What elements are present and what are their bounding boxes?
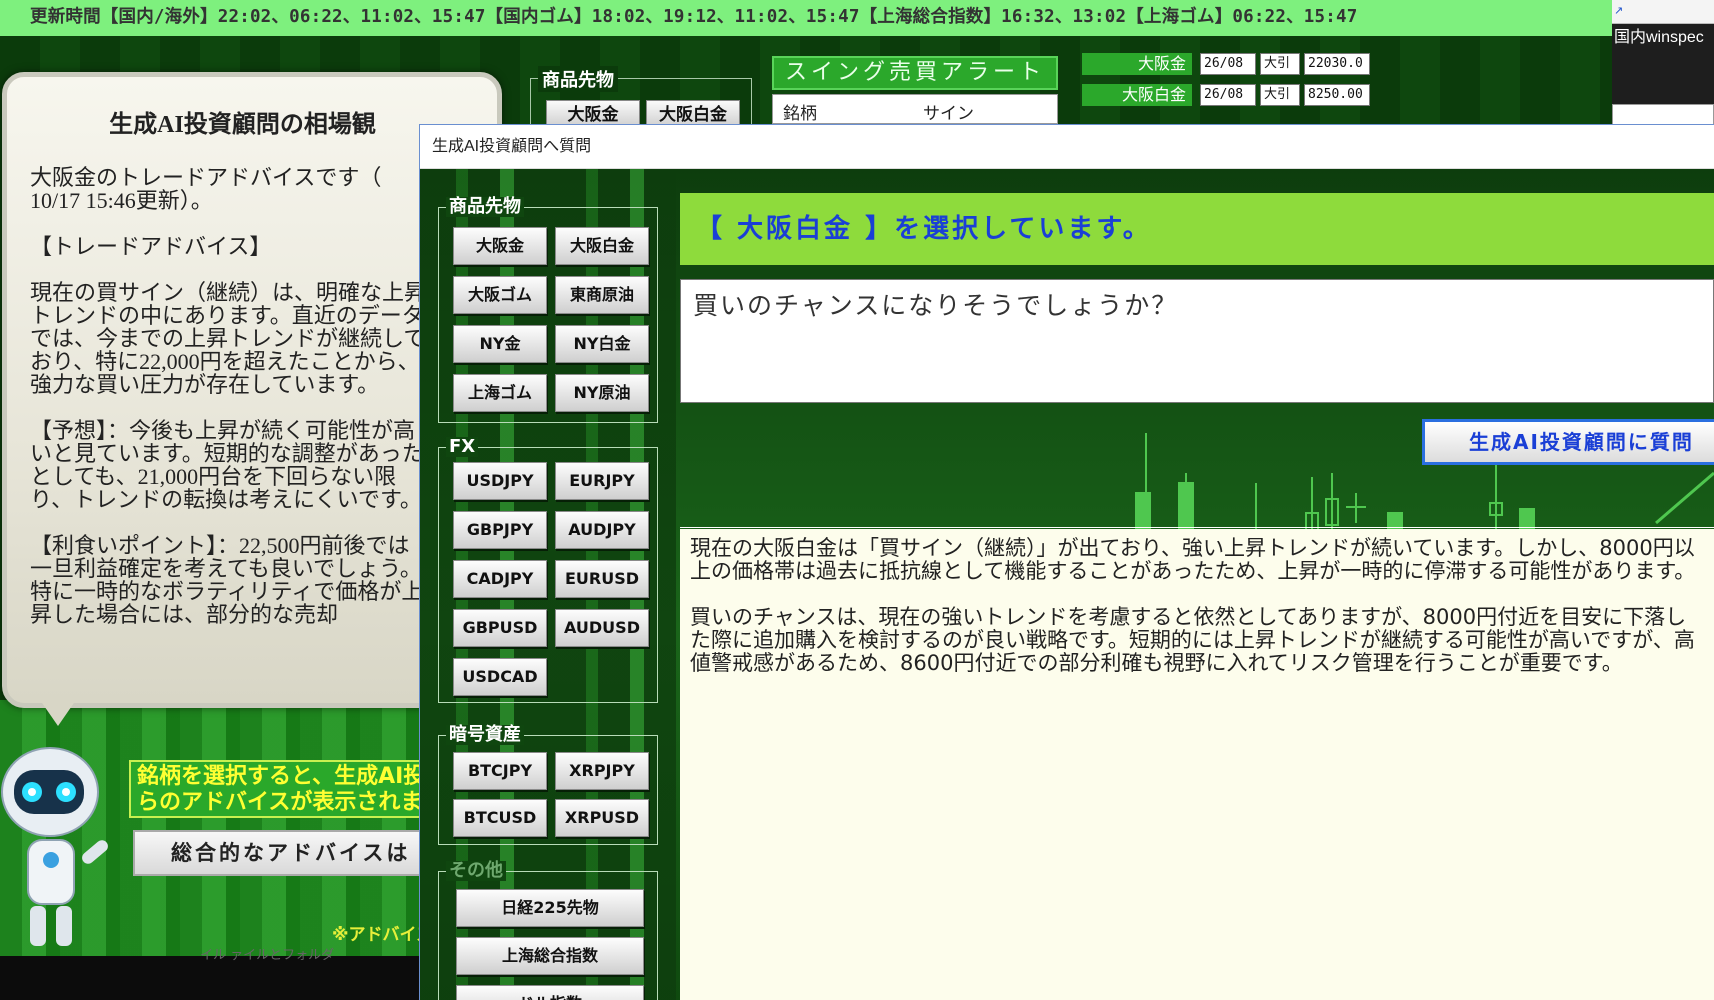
fx-group-label: FX xyxy=(446,437,479,457)
symbol-button-eurjpy[interactable]: EURJPY xyxy=(555,462,649,500)
alert-col-symbol: 銘柄 xyxy=(783,104,817,124)
advice-note: ※アドバイス xyxy=(332,925,434,945)
symbol-button-btcjpy[interactable]: BTCJPY xyxy=(453,752,547,790)
price-type: 大引 xyxy=(1260,53,1300,75)
symbol-button-gbpjpy[interactable]: GBPJPY xyxy=(453,511,547,549)
symbol-button-xrpusd[interactable]: XRPUSD xyxy=(555,799,649,837)
selected-symbol-text: 【 大阪白金 】を選択しています。 xyxy=(696,214,1152,244)
symbol-button-usdjpy[interactable]: USDJPY xyxy=(453,462,547,500)
robot-mascot-icon xyxy=(1,747,108,946)
answer-divider xyxy=(680,527,1714,528)
advice-title: 生成AI投資顧問の相場観 xyxy=(109,112,376,138)
hint-message: 銘柄を選択すると、生成AI投 らのアドバイスが表示されます。 xyxy=(129,760,429,818)
symbol-button-shanghai-composite[interactable]: 上海総合指数 xyxy=(456,937,644,975)
screen: 更新時間【国内/海外】22:02、06:22、11:02、15:47【国内ゴム】… xyxy=(0,0,1714,1000)
symbol-button-ny-crude[interactable]: NY原油 xyxy=(555,374,649,412)
question-input[interactable]: 買いのチャンスになりそうでしょうか？ xyxy=(680,279,1714,403)
swing-alert-title: スイング売買アラート xyxy=(772,56,1058,90)
update-time-ticker: 更新時間【国内/海外】22:02、06:22、11:02、15:47【国内ゴム】… xyxy=(0,0,1612,36)
symbol-button-tocom-crude[interactable]: 東商原油 xyxy=(555,276,649,314)
crypto-group-label: 暗号資産 xyxy=(446,725,524,745)
symbol-button-usdcad[interactable]: USDCAD xyxy=(453,658,547,696)
price-value: 8250.00 xyxy=(1304,84,1370,106)
symbol-button-audjpy[interactable]: AUDJPY xyxy=(555,511,649,549)
selected-symbol-banner: 【 大阪白金 】を選択しています。 xyxy=(680,193,1714,265)
ai-answer-text: 現在の大阪白金は「買サイン（継続）」が出ており、強い上昇トレンドが続いています。… xyxy=(680,529,1714,1000)
symbol-button-osaka-rubber[interactable]: 大阪ゴム xyxy=(453,276,547,314)
bg-commodity-group-label: 商品先物 xyxy=(538,66,618,92)
price-date: 26/08 xyxy=(1200,84,1256,106)
advice-text: 大阪金のトレードアドバイスです（ 10/17 15:46更新）。 【トレードアド… xyxy=(30,166,427,627)
symbol-selector: 商品先物 大阪金 大阪白金 大阪ゴム 東商原油 NY金 NY白金 上海ゴム NY… xyxy=(420,169,676,1000)
price-value: 22030.0 xyxy=(1304,53,1370,75)
price-name: 大阪白金 xyxy=(1082,84,1192,106)
taskbar-text: イル ァイルとフォルダ xyxy=(200,948,335,963)
ai-question-dialog: 生成AI投資顧問へ質問 商品先物 大阪金 大阪白金 大阪ゴム 東商原油 NY金 … xyxy=(419,124,1714,1000)
symbol-button-osaka-gold[interactable]: 大阪金 xyxy=(453,227,547,265)
dialog-body: 商品先物 大阪金 大阪白金 大阪ゴム 東商原油 NY金 NY白金 上海ゴム NY… xyxy=(420,169,1714,1000)
symbol-button-shanghai-rubber[interactable]: 上海ゴム xyxy=(453,374,547,412)
commodities-group-label: 商品先物 xyxy=(446,197,524,217)
symbol-button-xrpjpy[interactable]: XRPJPY xyxy=(555,752,649,790)
price-name: 大阪金 xyxy=(1082,53,1192,75)
symbol-button-cadjpy[interactable]: CADJPY xyxy=(453,560,547,598)
symbol-button-dollar-index[interactable]: ドル指数 xyxy=(456,985,644,1000)
advice-speech-tail xyxy=(40,700,76,726)
swing-alert-header: 銘柄 サイン xyxy=(772,94,1058,124)
overall-advice-button[interactable]: 総合的なアドバイスは xyxy=(133,830,433,876)
symbol-button-osaka-platinum[interactable]: 大阪白金 xyxy=(555,227,649,265)
dialog-title[interactable]: 生成AI投資顧問へ質問 xyxy=(420,125,1714,169)
ask-ai-advisor-button[interactable]: 生成AI投資顧問に質問 xyxy=(1422,419,1714,465)
desktop-shortcut-icon[interactable]: ↗ xyxy=(1612,0,1714,24)
price-date: 26/08 xyxy=(1200,53,1256,75)
shortcut-arrow-icon: ↗ xyxy=(1614,4,1624,17)
price-type: 大引 xyxy=(1260,84,1300,106)
symbol-button-btcusd[interactable]: BTCUSD xyxy=(453,799,547,837)
symbol-button-nikkei225[interactable]: 日経225先物 xyxy=(456,889,644,927)
symbol-button-ny-gold[interactable]: NY金 xyxy=(453,325,547,363)
symbol-button-ny-platinum[interactable]: NY白金 xyxy=(555,325,649,363)
symbol-button-gbpusd[interactable]: GBPUSD xyxy=(453,609,547,647)
other-group-label: その他 xyxy=(446,861,506,881)
desktop-shortcut-label[interactable]: 国内winspec xyxy=(1612,26,1714,50)
symbol-button-eurusd[interactable]: EURUSD xyxy=(555,560,649,598)
alert-col-sign: サイン xyxy=(923,104,974,124)
symbol-button-audusd[interactable]: AUDUSD xyxy=(555,609,649,647)
